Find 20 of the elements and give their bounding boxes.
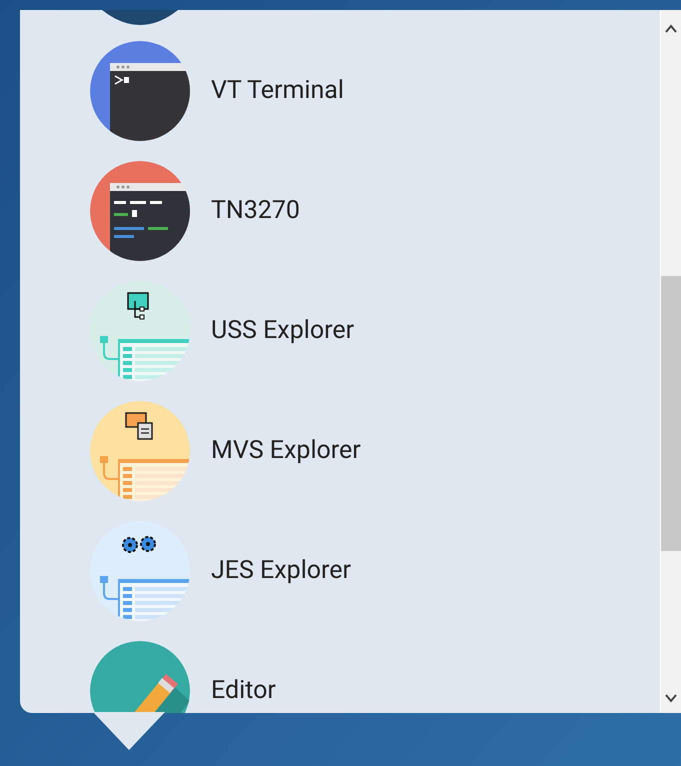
app-label: TN3270 <box>211 195 300 228</box>
mvs-app-icon <box>90 401 190 501</box>
vt-app-icon <box>90 41 190 141</box>
app-label: VT Terminal <box>211 75 344 108</box>
scrollbar[interactable] <box>660 10 681 713</box>
app-item[interactable]: VT Terminal <box>90 41 660 141</box>
app-item[interactable]: MVS Explorer <box>90 401 660 501</box>
app-label: Editor <box>211 675 276 708</box>
app-item[interactable]: USS Explorer <box>90 281 660 381</box>
scroll-down-icon[interactable] <box>665 693 677 703</box>
app-label: USS Explorer <box>211 315 354 348</box>
app-item[interactable]: TN3270 <box>90 161 660 261</box>
jes-app-icon <box>90 521 190 621</box>
scrollbar-thumb[interactable] <box>661 276 681 551</box>
scroll-up-icon[interactable] <box>665 24 677 34</box>
app-label: JES Explorer <box>211 555 352 588</box>
tn-app-icon <box>90 161 190 261</box>
uss-app-icon <box>90 281 190 381</box>
app-item[interactable]: JES Explorer <box>90 521 660 621</box>
app-label: MVS Explorer <box>211 435 361 468</box>
